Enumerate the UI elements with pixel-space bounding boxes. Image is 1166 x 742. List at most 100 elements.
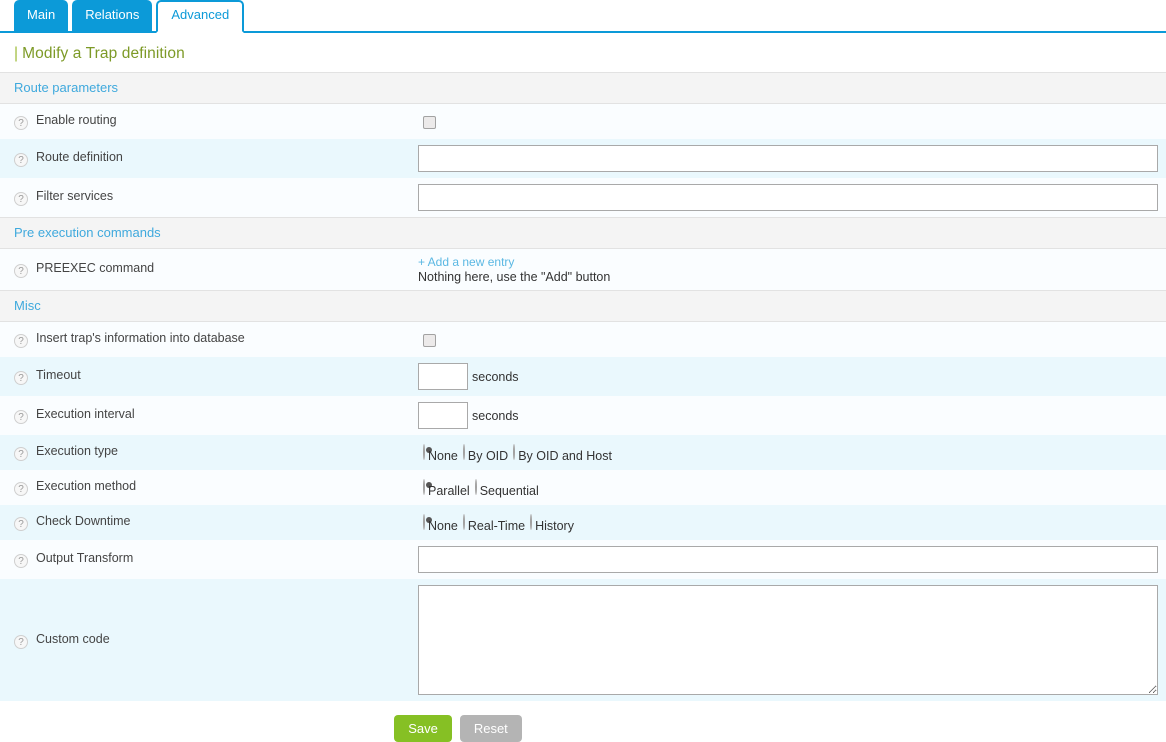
radio-label: Real-Time	[468, 519, 525, 533]
label-execution-method-cell: ? Execution method	[0, 470, 418, 505]
label-execution-interval-cell: ?Execution interval	[0, 396, 418, 435]
radio-label: Parallel	[428, 484, 470, 498]
output-transform-input[interactable]	[418, 546, 1158, 573]
radio-label: By OID and Host	[518, 449, 612, 463]
row-timeout: ? Timeout seconds	[0, 357, 1166, 396]
row-insert-trap-info: ? Insert trap's information into database	[0, 322, 1166, 358]
help-icon[interactable]: ?	[14, 116, 28, 130]
value-custom-code	[418, 579, 1166, 701]
custom-code-textarea[interactable]	[418, 585, 1158, 695]
row-preexec-command: ? PREEXEC command + Add a new entry Nothi…	[0, 249, 1166, 291]
label-timeout-cell: ? Timeout	[0, 357, 418, 396]
value-output-transform	[418, 540, 1166, 579]
timeout-input[interactable]	[418, 363, 468, 390]
help-icon[interactable]: ?	[14, 371, 28, 385]
label-output-transform-cell: ? Output Transform	[0, 540, 418, 579]
save-button[interactable]: Save	[394, 715, 452, 742]
label-timeout: Timeout	[36, 368, 81, 382]
label-enable-routing: Enable routing	[36, 113, 117, 127]
form-footer: Save Reset	[0, 701, 1166, 742]
row-execution-method: ? Execution method ParallelSequential	[0, 470, 1166, 505]
label-insert-trap-info-cell: ? Insert trap's information into database	[0, 322, 418, 358]
value-filter-services	[418, 178, 1166, 218]
label-custom-code-cell: ? Custom code	[0, 579, 418, 701]
label-route-definition: Route definition	[36, 150, 123, 164]
row-route-definition: ? Route definition	[0, 139, 1166, 178]
footer-buttons: SaveReset	[390, 720, 526, 737]
help-icon[interactable]: ?	[14, 635, 28, 649]
label-insert-trap-info: Insert trap's information into database	[36, 331, 245, 345]
help-icon[interactable]: ?	[14, 517, 28, 531]
radio-label: None	[428, 449, 458, 463]
label-filter-services: Filter services	[36, 189, 113, 203]
filter-services-input[interactable]	[418, 184, 1158, 211]
tab-main[interactable]: Main	[14, 0, 68, 31]
label-custom-code: Custom code	[36, 632, 110, 646]
execution-interval-unit: seconds	[472, 409, 519, 423]
section-header-misc: Misc	[0, 291, 1166, 322]
row-filter-services: ? Filter services	[0, 178, 1166, 218]
section-header-route-parameters: Route parameters	[0, 73, 1166, 104]
value-execution-type: NoneBy OIDBy OID and Host	[418, 435, 1166, 470]
check-downtime-radio-group: None Real-Time History	[418, 516, 574, 530]
value-insert-trap-info	[418, 322, 1166, 358]
radio-sequential[interactable]	[475, 479, 477, 495]
radio-by-oid[interactable]	[463, 444, 465, 460]
radio-label: None	[428, 519, 458, 533]
radio-none[interactable]	[423, 444, 425, 460]
row-execution-interval: ?Execution interval seconds	[0, 396, 1166, 435]
label-execution-method: Execution method	[36, 479, 136, 493]
value-execution-method: ParallelSequential	[418, 470, 1166, 505]
row-custom-code: ? Custom code	[0, 579, 1166, 701]
help-icon[interactable]: ?	[14, 153, 28, 167]
help-icon[interactable]: ?	[14, 264, 28, 278]
label-check-downtime-cell: ? Check Downtime	[0, 505, 418, 540]
timeout-unit: seconds	[472, 370, 519, 384]
value-check-downtime: None Real-Time History	[418, 505, 1166, 540]
radio-history[interactable]	[530, 514, 532, 530]
label-execution-type-cell: ? Execution type	[0, 435, 418, 470]
value-preexec-command: + Add a new entry Nothing here, use the …	[418, 249, 1166, 291]
value-timeout: seconds	[418, 357, 1166, 396]
row-output-transform: ? Output Transform	[0, 540, 1166, 579]
execution-method-radio-group: ParallelSequential	[418, 481, 539, 495]
help-icon[interactable]: ?	[14, 554, 28, 568]
add-new-entry-link[interactable]: + Add a new entry	[418, 255, 1158, 269]
value-route-definition	[418, 139, 1166, 178]
tab-relations[interactable]: Relations	[72, 0, 152, 31]
radio-parallel[interactable]	[423, 479, 425, 495]
radio-none[interactable]	[423, 514, 425, 530]
page-title-text: Modify a Trap definition	[22, 45, 185, 62]
route-definition-input[interactable]	[418, 145, 1158, 172]
insert-trap-info-checkbox[interactable]	[423, 334, 436, 347]
radio-label: History	[535, 519, 574, 533]
help-icon[interactable]: ?	[14, 192, 28, 206]
radio-by-oid-and-host[interactable]	[513, 444, 515, 460]
title-bar-glyph: |	[14, 45, 18, 62]
label-enable-routing-cell: ? Enable routing	[0, 104, 418, 140]
label-filter-services-cell: ? Filter services	[0, 178, 418, 218]
section-title-route-parameters: Route parameters	[0, 73, 1166, 104]
row-enable-routing: ? Enable routing	[0, 104, 1166, 140]
execution-interval-input[interactable]	[418, 402, 468, 429]
section-title-pre-execution-commands: Pre execution commands	[0, 218, 1166, 249]
help-icon[interactable]: ?	[14, 447, 28, 461]
preexec-empty-note: Nothing here, use the "Add" button	[418, 270, 610, 284]
label-execution-type: Execution type	[36, 444, 118, 458]
help-icon[interactable]: ?	[14, 410, 28, 424]
help-icon[interactable]: ?	[14, 334, 28, 348]
label-preexec-command: PREEXEC command	[36, 261, 154, 275]
page-title: |Modify a Trap definition	[0, 33, 1166, 72]
label-route-definition-cell: ? Route definition	[0, 139, 418, 178]
label-output-transform: Output Transform	[36, 551, 133, 565]
section-title-misc: Misc	[0, 291, 1166, 322]
radio-real-time[interactable]	[463, 514, 465, 530]
help-icon[interactable]: ?	[14, 482, 28, 496]
value-enable-routing	[418, 104, 1166, 140]
label-check-downtime: Check Downtime	[36, 514, 130, 528]
tab-advanced[interactable]: Advanced	[156, 0, 244, 33]
reset-button[interactable]: Reset	[460, 715, 522, 742]
enable-routing-checkbox[interactable]	[423, 116, 436, 129]
section-header-pre-execution-commands: Pre execution commands	[0, 218, 1166, 249]
row-check-downtime: ? Check Downtime None Real-Time History	[0, 505, 1166, 540]
